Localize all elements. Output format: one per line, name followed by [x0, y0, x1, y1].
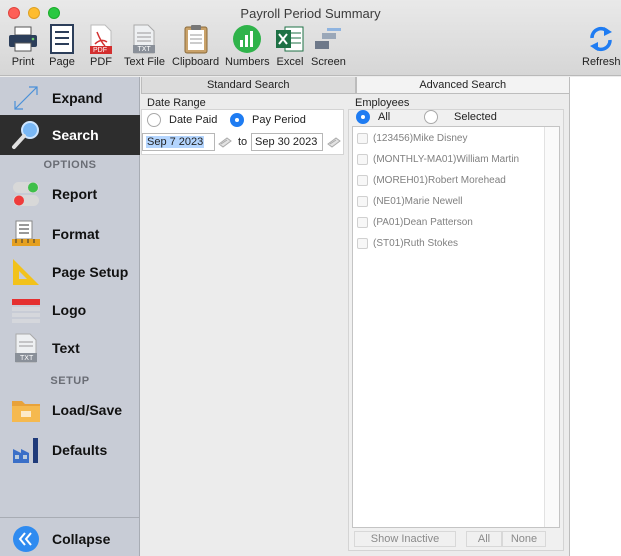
list-item[interactable]: (123456)Mike Disney — [357, 133, 468, 144]
employee-checkbox[interactable] — [357, 154, 368, 165]
window-title: Payroll Period Summary — [240, 6, 381, 21]
sidebar-item-collapse[interactable]: Collapse — [0, 520, 140, 556]
collapse-icon — [10, 523, 42, 555]
employee-checkbox[interactable] — [357, 133, 368, 144]
pdf-icon: PDF — [84, 24, 118, 54]
print-button[interactable]: Print — [6, 24, 40, 68]
screen-button[interactable]: Screen — [311, 24, 346, 68]
list-item[interactable]: (NE01)Marie Newell — [357, 196, 462, 207]
to-date-field[interactable]: Sep 30 2023 — [251, 133, 323, 151]
excel-icon — [273, 24, 307, 54]
radio-indicator — [230, 113, 244, 127]
date-range-label: Date Range — [147, 97, 206, 109]
pay-period-radio[interactable]: Pay Period — [230, 113, 306, 127]
expand-icon — [10, 82, 42, 114]
window-titlebar: Payroll Period Summary Print Page PDF PD… — [0, 0, 621, 76]
select-none-button[interactable]: None — [502, 531, 546, 547]
date-paid-radio[interactable]: Date Paid — [147, 113, 217, 127]
report-preview-pane — [569, 77, 621, 556]
sidebar-item-logo[interactable]: Logo — [0, 291, 140, 329]
toggle-icon — [10, 178, 42, 210]
from-date-field[interactable]: Sep 7 2023 — [142, 133, 215, 151]
list-item[interactable]: (PA01)Dean Patterson — [357, 217, 473, 228]
calendar-icon[interactable] — [218, 136, 232, 148]
sidebar-item-defaults[interactable]: Defaults — [0, 431, 140, 469]
radio-indicator — [424, 110, 438, 124]
text-file-icon: TXT — [127, 24, 161, 54]
factory-icon — [10, 434, 42, 466]
page-button[interactable]: Page — [45, 24, 79, 68]
list-item[interactable]: (ST01)Ruth Stokes — [357, 238, 458, 249]
setup-header: SETUP — [50, 375, 90, 387]
sidebar-item-format[interactable]: Format — [0, 215, 140, 253]
sidebar-item-page-setup[interactable]: Page Setup — [0, 253, 140, 291]
screen-icon — [311, 24, 345, 54]
employee-checkbox[interactable] — [357, 217, 368, 228]
employee-checkbox[interactable] — [357, 238, 368, 249]
logo-icon — [10, 294, 42, 326]
refresh-icon — [584, 24, 618, 54]
employee-button-bar: Show Inactive All None — [354, 530, 546, 548]
clipboard-button[interactable]: Clipboard — [172, 24, 219, 68]
list-item[interactable]: (MOREH01)Robert Morehead — [357, 175, 506, 186]
numbers-button[interactable]: Numbers — [225, 24, 270, 68]
refresh-button[interactable]: Refresh — [582, 24, 621, 68]
sidebar-divider — [0, 517, 140, 518]
sidebar-item-report[interactable]: Report — [0, 175, 140, 213]
tab-standard-search[interactable]: Standard Search — [141, 77, 356, 94]
set-square-icon — [10, 256, 42, 288]
radio-indicator — [356, 110, 370, 124]
numbers-icon — [230, 24, 264, 54]
printer-icon — [6, 24, 40, 54]
employees-selected-radio[interactable]: Selected — [424, 110, 497, 124]
format-icon — [10, 218, 42, 250]
page-icon — [45, 24, 79, 54]
employee-checkbox[interactable] — [357, 175, 368, 186]
tab-advanced-search[interactable]: Advanced Search — [355, 77, 569, 94]
folder-icon — [10, 394, 42, 426]
options-header: OPTIONS — [43, 159, 97, 171]
sidebar-item-search[interactable]: Search — [0, 115, 140, 155]
calendar-icon[interactable] — [327, 136, 341, 148]
employee-checkbox[interactable] — [357, 196, 368, 207]
list-scrollbar[interactable] — [544, 127, 559, 527]
radio-indicator — [147, 113, 161, 127]
employees-all-radio[interactable]: All — [356, 110, 390, 124]
employees-label: Employees — [355, 97, 410, 109]
list-item[interactable]: (MONTHLY-MA01)William Martin — [357, 154, 519, 165]
search-icon — [10, 119, 42, 151]
sidebar: Expand Search OPTIONS Report Format Page… — [0, 77, 140, 556]
clipboard-icon — [179, 24, 213, 54]
text-icon: TXT — [10, 332, 42, 364]
text-file-button[interactable]: TXT Text File — [124, 24, 165, 68]
sidebar-item-load-save[interactable]: Load/Save — [0, 391, 140, 429]
employee-list[interactable]: (123456)Mike Disney (MONTHLY-MA01)Willia… — [352, 126, 560, 528]
sidebar-item-expand[interactable]: Expand — [0, 79, 140, 117]
sidebar-item-text[interactable]: TXT Text — [0, 329, 140, 367]
search-tabs: Standard Search Advanced Search — [141, 77, 569, 94]
pdf-button[interactable]: PDF PDF — [84, 24, 118, 68]
select-all-button[interactable]: All — [466, 531, 502, 547]
show-inactive-button[interactable]: Show Inactive — [354, 531, 456, 547]
excel-button[interactable]: Excel — [273, 24, 307, 68]
to-label: to — [238, 136, 248, 148]
